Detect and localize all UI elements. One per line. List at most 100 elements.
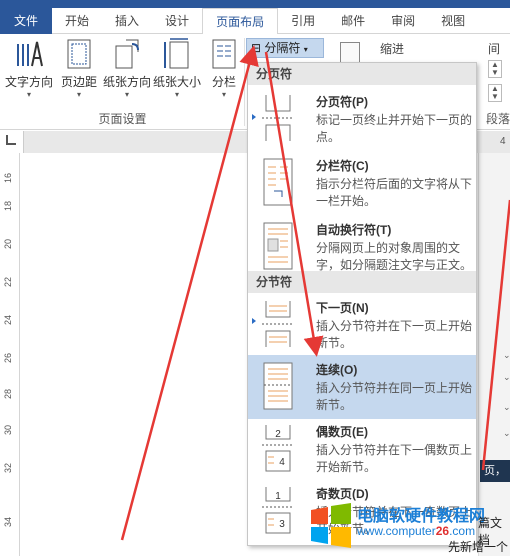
pointer-marker-icon [252, 318, 256, 324]
page-break-icon [262, 95, 294, 141]
menu-item-title: 分栏符(C) [316, 159, 369, 173]
page-setup-group-label: 页面设置 [98, 112, 147, 126]
section-breaks-header: 分节符 [248, 271, 476, 293]
ruler-tick-label: 22 [3, 276, 13, 287]
tab-home[interactable]: 开始 [52, 8, 102, 34]
even-page-section-icon: 2 4 [262, 425, 294, 472]
chevron-down-icon: ▾ [174, 90, 179, 99]
text-direction-label: 文字方向 [4, 75, 53, 89]
ruler-tick-label: 26 [3, 352, 13, 363]
tab-selector[interactable] [0, 131, 24, 153]
watermark-title: 电脑软硬件教程网 [357, 508, 486, 525]
text-direction-icon [17, 41, 43, 67]
size-label: 纸张大小 [152, 75, 201, 89]
orientation-icon [115, 39, 139, 69]
vertical-ruler[interactable]: 16 18 20 22 24 26 28 30 32 34 [0, 153, 20, 556]
column-break-icon [263, 158, 293, 206]
menu-item-title: 自动换行符(T) [316, 223, 392, 237]
orientation-button[interactable]: 纸张方向 ▾ [100, 38, 154, 99]
ruler-tick-label: 32 [3, 462, 13, 473]
ruler-tick-label: 18 [3, 200, 13, 211]
menu-item-title: 连续(O) [316, 363, 358, 377]
continuous-section-icon [263, 362, 293, 410]
windows-logo-icon [311, 503, 351, 548]
ruler-tick-label: 34 [3, 516, 13, 527]
menu-item-page-break[interactable]: 分页符(P) 标记一页终止并开始下一页的点。 [248, 87, 476, 151]
breaks-icon: ⊟ [251, 41, 262, 55]
text-direction-button[interactable]: 文字方向 ▾ [2, 38, 56, 99]
margins-icon [67, 39, 91, 69]
orientation-label: 纸张方向 [102, 75, 151, 89]
next-page-section-icon [262, 301, 294, 347]
menu-item-even-page[interactable]: 2 4 偶数页(E) 插入分节符并在下一偶数页上开始新节。 [248, 417, 476, 481]
tab-insert[interactable]: 插入 [102, 8, 152, 34]
page-breaks-header: 分页符 [248, 63, 476, 85]
ruler-tick-label: 20 [3, 238, 13, 249]
breaks-dropdown-menu: 分页符 分页符(P) 标记一页终止并开始下一页的点。 分栏符(C) 指示分栏符后… [247, 62, 477, 546]
chevron-down-icon: ⌄ [503, 428, 510, 438]
columns-icon [212, 39, 236, 69]
pointer-marker-icon [252, 114, 256, 120]
group-divider [244, 38, 245, 126]
odd-page-section-icon: 1 3 [262, 487, 294, 534]
tab-view[interactable]: 视图 [428, 8, 478, 34]
menu-item-title: 下一页(N) [316, 301, 369, 315]
document-text-fragment: 页， [480, 460, 510, 482]
svg-text:1: 1 [275, 491, 281, 502]
spacing-label: 间 [488, 42, 501, 56]
menu-item-description: 插入分节符并在下一偶数页上开始新节。 [316, 443, 473, 474]
menu-item-column-break[interactable]: 分栏符(C) 指示分栏符后面的文字将从下一栏开始。 [248, 151, 476, 215]
watermark-url-suffix: .com [449, 524, 476, 538]
tab-page-layout[interactable]: 页面布局 [202, 8, 279, 35]
breaks-button[interactable]: ⊟ 分隔符 ▾ [246, 38, 324, 58]
breaks-label: 分隔符 [264, 41, 301, 55]
tab-mailings[interactable]: 邮件 [328, 8, 378, 34]
chevron-down-icon: ⌄ [503, 372, 510, 382]
ribbon-tabs: 文件 开始 插入 设计 页面布局 引用 邮件 审阅 视图 [0, 8, 510, 35]
menu-item-description: 插入分节符并在下一页上开始新节。 [316, 319, 473, 350]
tab-references[interactable]: 引用 [278, 8, 328, 34]
menu-item-description: 插入分节符并在同一页上开始新节。 [316, 381, 473, 412]
columns-button[interactable]: 分栏 ▾ [202, 38, 246, 99]
text-wrapping-break-icon [263, 222, 293, 270]
left-tab-icon [6, 135, 16, 145]
margins-button[interactable]: 页边距 ▾ [52, 38, 106, 99]
watermark-url-prefix: www.computer [357, 524, 436, 538]
indent-label: 缩进 [380, 42, 405, 56]
menu-item-text-wrapping-break[interactable]: 自动换行符(T) 分隔网页上的对象周围的文字，如分隔题注文字与正文。 [248, 215, 476, 279]
menu-item-next-page[interactable]: 下一页(N) 插入分节符并在下一页上开始新节。 [248, 293, 476, 357]
ruler-tick-label: 24 [3, 314, 13, 325]
svg-text:4: 4 [279, 457, 285, 468]
watermark-url-highlight: 26 [435, 524, 450, 538]
chevron-down-icon: ⌄ [503, 402, 510, 412]
columns-label: 分栏 [211, 75, 236, 89]
chevron-down-icon: ⌄ [503, 350, 510, 360]
tab-review[interactable]: 审阅 [378, 8, 428, 34]
title-strip [0, 0, 510, 8]
paper-size-icon [164, 38, 189, 69]
chevron-down-icon: ▾ [26, 90, 31, 99]
menu-item-title: 偶数页(E) [316, 425, 368, 439]
chevron-down-icon: ▾ [124, 90, 129, 99]
ruler-tick-label: 16 [3, 172, 13, 183]
size-button[interactable]: 纸张大小 ▾ [150, 38, 204, 99]
chevron-down-icon: ▾ [303, 45, 308, 54]
spin-down-icon[interactable]: ▲ ▼ [488, 84, 502, 102]
menu-item-description: 标记一页终止并开始下一页的点。 [316, 113, 473, 144]
svg-text:2: 2 [275, 429, 281, 440]
ruler-number: 4 [500, 136, 506, 147]
margins-label: 页边距 [60, 75, 97, 89]
tab-file[interactable]: 文件 [0, 8, 53, 34]
document-text-fragment: 先新增一个 [448, 540, 509, 554]
tab-design[interactable]: 设计 [152, 8, 202, 34]
svg-text:3: 3 [279, 519, 285, 530]
menu-item-description: 指示分栏符后面的文字将从下一栏开始。 [316, 177, 473, 208]
chevron-down-icon: ▾ [76, 90, 81, 99]
menu-item-description: 分隔网页上的对象周围的文字，如分隔题注文字与正文。 [316, 241, 473, 272]
ruler-tick-label: 30 [3, 424, 13, 435]
menu-item-continuous[interactable]: 连续(O) 插入分节符并在同一页上开始新节。 [248, 355, 476, 419]
watermark-url: www.computer26.com [357, 524, 475, 538]
chevron-down-icon: ▾ [221, 90, 226, 99]
spin-up-icon[interactable]: ▲ ▼ [488, 60, 502, 78]
menu-item-title: 分页符(P) [316, 95, 368, 109]
